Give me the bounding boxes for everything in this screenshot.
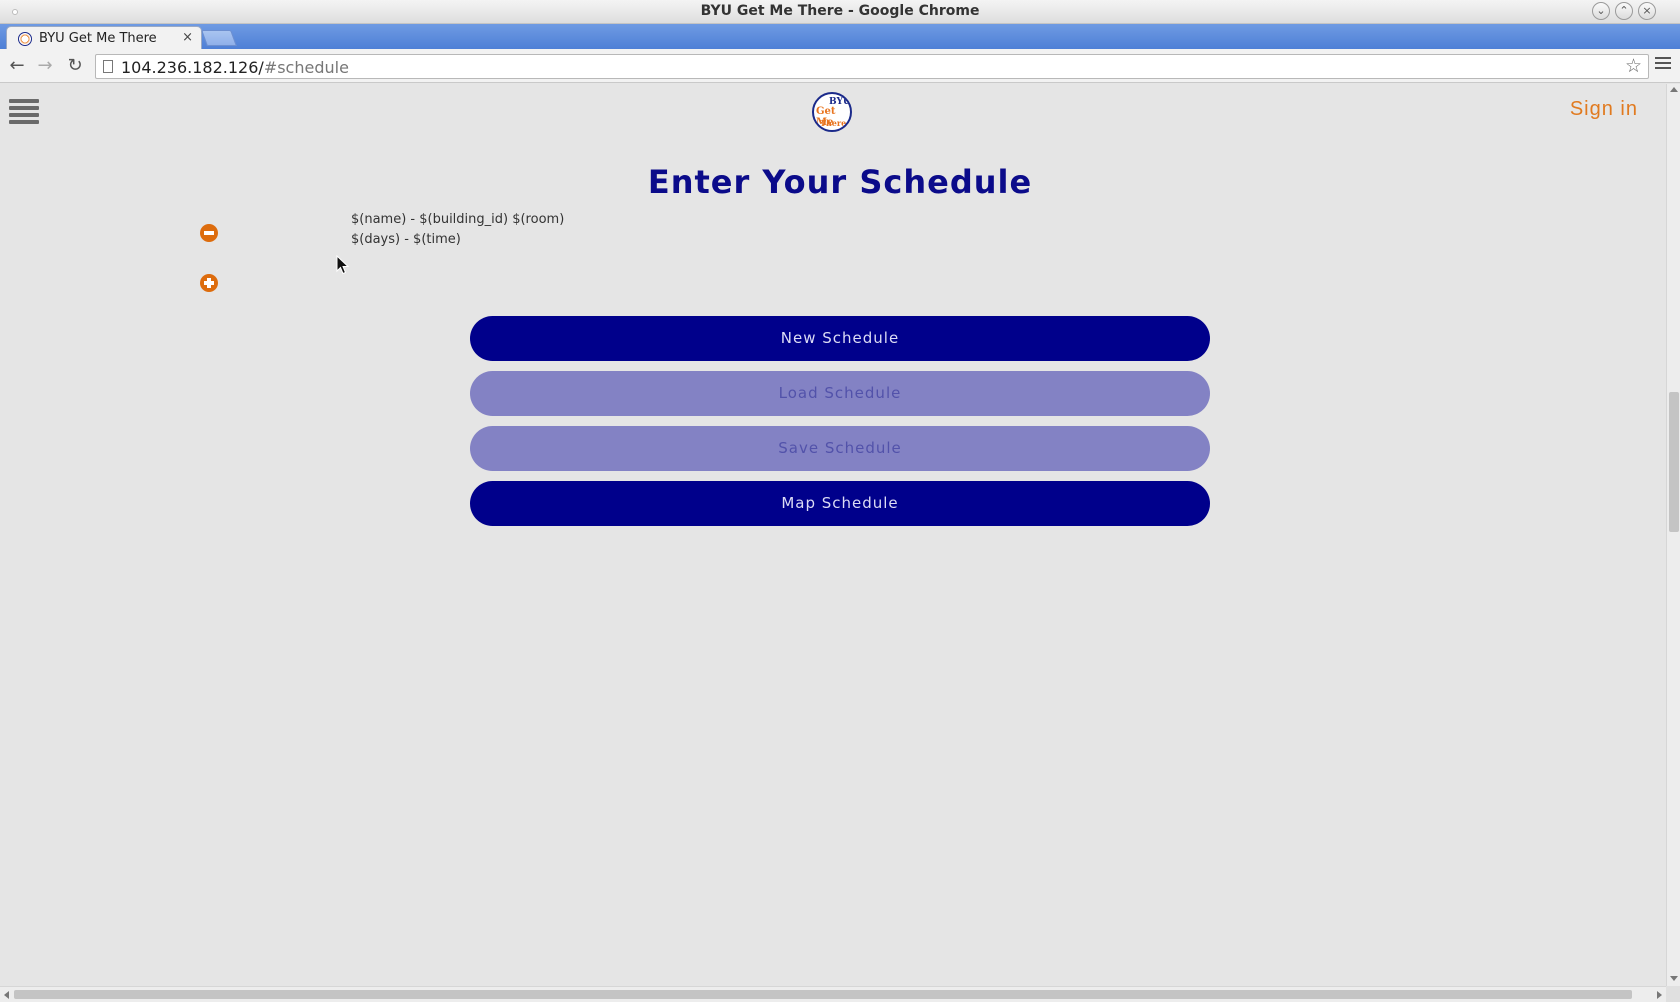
address-bar[interactable]: 104.236.182.126/#schedule ☆ [95,54,1649,79]
load-schedule-button[interactable]: Load Schedule [470,371,1210,416]
scroll-down-icon[interactable] [1670,976,1678,981]
map-schedule-button[interactable]: Map Schedule [470,481,1210,526]
mouse-pointer-icon [336,255,350,275]
maximize-icon[interactable]: ⌃ [1615,2,1633,20]
horizontal-scrollbar[interactable] [0,986,1666,1002]
reload-icon[interactable]: ↻ [64,55,86,76]
browser-toolbar: ← → ↻ 104.236.182.126/#schedule ☆ [0,49,1680,83]
class-entry-line1: $(name) - $(building_id) $(room) [351,212,565,227]
minimize-icon[interactable]: ⌄ [1592,2,1610,20]
page-title: Enter Your Schedule [647,163,1033,201]
new-schedule-button[interactable]: New Schedule [470,316,1210,361]
minus-icon [204,231,214,235]
horizontal-scroll-thumb[interactable] [14,990,1632,999]
scroll-up-icon[interactable] [1670,87,1678,92]
window-title: BYU Get Me There - Google Chrome [700,3,980,19]
tab-close-icon[interactable]: × [182,30,193,45]
vertical-scroll-thumb[interactable] [1669,392,1679,532]
close-window-icon[interactable]: × [1638,2,1656,20]
tab-strip: BYU Get Me There × [0,24,1680,50]
remove-class-button[interactable] [200,224,218,242]
bookmark-star-icon[interactable]: ☆ [1625,55,1642,77]
hamburger-menu-icon[interactable] [9,99,39,127]
url-path: #schedule [263,58,349,77]
vertical-scrollbar[interactable] [1666,84,1680,986]
favicon-icon [18,32,32,46]
chrome-menu-icon[interactable] [1655,57,1671,72]
url-text[interactable]: 104.236.182.126/#schedule [121,58,349,77]
scrollbar-corner [1666,986,1680,1002]
add-class-button[interactable] [200,274,218,292]
save-schedule-button[interactable]: Save Schedule [470,426,1210,471]
class-entry-line2: $(days) - $(time) [351,232,461,247]
scroll-left-icon[interactable] [4,991,9,999]
sign-in-link[interactable]: Sign in [1570,98,1638,121]
window-titlebar: BYU Get Me There - Google Chrome ⌄ ⌃ × [0,0,1680,24]
new-tab-button[interactable] [201,30,237,46]
tab-byu-get-me-there[interactable]: BYU Get Me There × [6,26,202,50]
forward-icon[interactable]: → [34,55,56,76]
tab-title: BYU Get Me There [39,31,157,46]
page-viewport: BYU Get Me There Sign in Enter Your Sche… [0,84,1666,986]
url-host: 104.236.182.126/ [121,58,264,77]
scroll-right-icon[interactable] [1657,991,1662,999]
back-icon[interactable]: ← [6,55,28,76]
page-icon [103,60,113,73]
byu-logo[interactable]: BYU Get Me There [812,92,852,132]
